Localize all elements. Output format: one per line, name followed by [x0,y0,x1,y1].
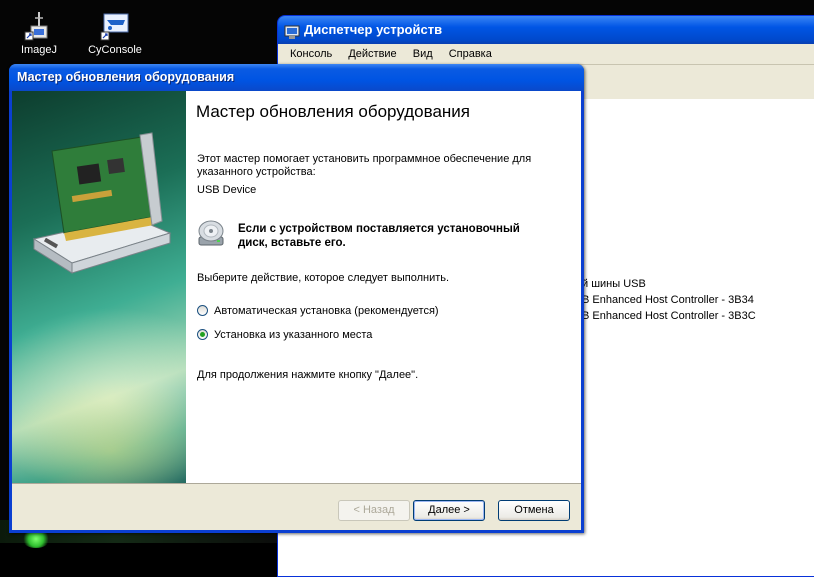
imagej-icon [23,10,55,42]
device-name: USB Device [197,184,257,196]
tree-item[interactable]: B Enhanced Host Controller - 3B34 [582,294,754,306]
menu-action[interactable]: Действие [348,48,396,60]
radio-label: Автоматическая установка (рекомендуется) [214,305,439,317]
cancel-button[interactable]: Отмена [498,500,570,521]
device-manager-menubar: Консоль Действие Вид Справка [278,44,814,65]
radio-button-checked[interactable] [197,329,208,340]
wizard-heading: Мастер обновления оборудования [196,102,471,121]
continue-hint: Для продолжения нажмите кнопку "Далее". [197,369,419,381]
wizard-body: Мастер обновления оборудования Этот маст… [12,91,581,530]
insert-disc-prompt: Если с устройством поставляется установо… [238,223,520,249]
wizard-content: Мастер обновления оборудования Этот маст… [186,91,581,483]
desktop-icon-imagej[interactable]: ImageJ [4,10,74,56]
device-manager-titlebar[interactable]: Диспетчер устройств [278,16,814,44]
desktop-icon-cyconsole[interactable]: CyConsole [80,10,150,56]
tree-item[interactable]: B Enhanced Host Controller - 3B3C [582,310,756,322]
desktop-icon-label: CyConsole [88,44,142,56]
hardware-update-wizard: Мастер обновления оборудования Мастер об… [9,64,584,533]
menu-help[interactable]: Справка [449,48,492,60]
wizard-side-banner [12,91,186,483]
network-card-illustration [32,132,172,274]
choose-action-text: Выберите действие, которое следует выпол… [197,272,450,284]
wizard-intro-text: Этот мастер помогает установить программ… [197,153,532,178]
radio-button[interactable] [197,305,208,316]
cd-disc-icon [195,217,227,249]
menu-view[interactable]: Вид [413,48,433,60]
desktop-icon-label: ImageJ [20,44,58,56]
back-button[interactable]: < Назад [338,500,410,521]
menu-console[interactable]: Консоль [290,48,332,60]
tree-item[interactable]: й шины USB [582,278,646,290]
device-manager-title: Диспетчер устройств [304,22,443,37]
device-manager-icon [284,22,300,39]
wizard-footer: < Назад Далее > Отмена [12,483,581,530]
next-button[interactable]: Далее > [413,500,485,521]
cyconsole-icon [99,10,131,42]
radio-label: Установка из указанного места [214,329,373,341]
wizard-titlebar[interactable]: Мастер обновления оборудования [9,64,584,91]
